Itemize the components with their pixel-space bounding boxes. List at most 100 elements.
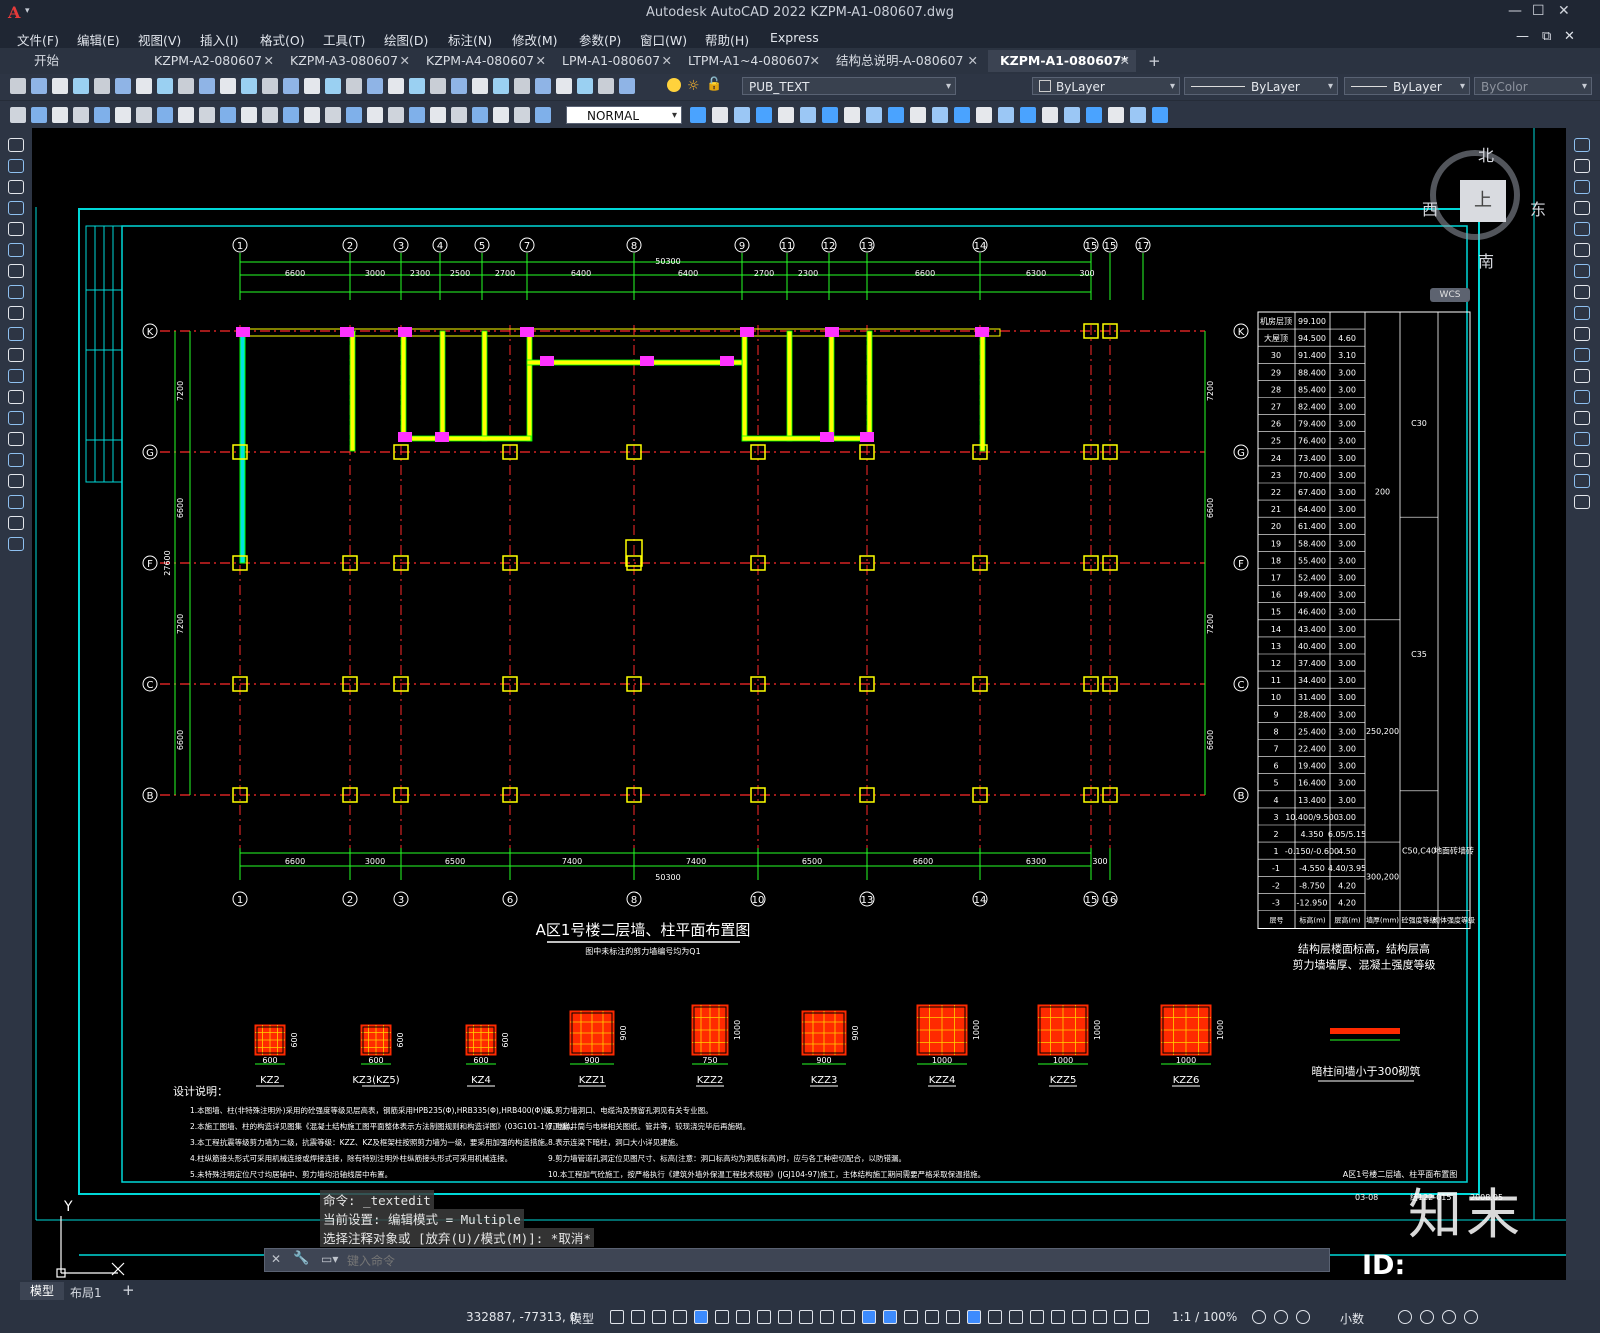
tab-close-icon[interactable]: ✕ xyxy=(968,50,978,72)
tab-kzpm-a3[interactable]: KZPM-A3-080607 ✕ xyxy=(278,50,416,72)
viewcube-south[interactable]: 南 xyxy=(1478,248,1494,272)
status-toggle-icon[interactable] xyxy=(1114,1310,1128,1324)
toolbar-tool-icon[interactable] xyxy=(199,78,215,94)
plotstyle-dropdown[interactable]: ByColor ▾ xyxy=(1474,77,1592,95)
tab-start[interactable]: 开始 xyxy=(22,50,144,72)
dimension-tool-icon[interactable] xyxy=(430,107,446,123)
status-toggle-icon[interactable] xyxy=(799,1310,813,1324)
model-space-button[interactable]: 模型 xyxy=(570,1310,594,1327)
modify-tool-icon[interactable] xyxy=(1574,432,1590,446)
coordinates-readout[interactable]: 332887, -77313, 0 xyxy=(466,1310,577,1324)
viewcube-north[interactable]: 北 xyxy=(1478,142,1494,166)
toolbar-tool-icon[interactable] xyxy=(472,78,488,94)
add-layout-button[interactable]: + xyxy=(122,1281,135,1299)
draw-tool-icon[interactable] xyxy=(8,495,24,509)
modify-tool-icon[interactable] xyxy=(844,107,860,123)
dimension-tool-icon[interactable] xyxy=(115,107,131,123)
toolbar-tool-icon[interactable] xyxy=(346,78,362,94)
menu-insert[interactable]: 插入(I) xyxy=(200,30,238,49)
dimension-tool-icon[interactable] xyxy=(10,107,26,123)
draw-tool-icon[interactable] xyxy=(8,516,24,530)
minimize-button[interactable]: — xyxy=(1508,3,1522,19)
tab-close-icon[interactable]: ✕ xyxy=(1120,50,1130,72)
dimension-tool-icon[interactable] xyxy=(493,107,509,123)
status-settings-icon[interactable] xyxy=(1296,1310,1310,1324)
toolbar-tool-icon[interactable] xyxy=(325,78,341,94)
status-settings-icon[interactable] xyxy=(1464,1310,1478,1324)
menu-view[interactable]: 视图(V) xyxy=(138,30,181,49)
toolbar-tool-icon[interactable] xyxy=(430,78,446,94)
modify-tool-icon[interactable] xyxy=(1574,390,1590,404)
modify-tool-icon[interactable] xyxy=(1574,495,1590,509)
dimension-tool-icon[interactable] xyxy=(31,107,47,123)
status-toggle-icon[interactable] xyxy=(715,1310,729,1324)
draw-tool-icon[interactable] xyxy=(8,306,24,320)
draw-tool-icon[interactable] xyxy=(8,474,24,488)
status-toggle-icon[interactable] xyxy=(925,1310,939,1324)
viewcube-west[interactable]: 西 xyxy=(1422,196,1438,220)
toolbar-tool-icon[interactable] xyxy=(367,78,383,94)
modify-tool-icon[interactable] xyxy=(888,107,904,123)
dimension-tool-icon[interactable] xyxy=(52,107,68,123)
status-settings-icon[interactable] xyxy=(1398,1310,1412,1324)
dimension-tool-icon[interactable] xyxy=(157,107,173,123)
status-toggle-icon[interactable] xyxy=(862,1310,876,1324)
draw-tool-icon[interactable] xyxy=(8,264,24,278)
toolbar-tool-icon[interactable] xyxy=(115,78,131,94)
modify-tool-icon[interactable] xyxy=(1108,107,1124,123)
tab-ltpm-a1-4[interactable]: LTPM-A1~4-080607 ✕ xyxy=(676,50,826,72)
status-toggle-icon[interactable] xyxy=(820,1310,834,1324)
modify-tool-icon[interactable] xyxy=(1574,327,1590,341)
modify-tool-icon[interactable] xyxy=(1574,474,1590,488)
draw-tool-icon[interactable] xyxy=(8,453,24,467)
modify-tool-icon[interactable] xyxy=(1574,348,1590,362)
layer-on-icon[interactable] xyxy=(667,78,681,92)
dimension-tool-icon[interactable] xyxy=(346,107,362,123)
viewcube-top-face[interactable]: 上 xyxy=(1460,180,1506,222)
modify-tool-icon[interactable] xyxy=(1574,264,1590,278)
menu-modify[interactable]: 修改(M) xyxy=(512,30,558,49)
tab-close-icon[interactable]: ✕ xyxy=(662,50,672,72)
toolbar-tool-icon[interactable] xyxy=(514,78,530,94)
modify-tool-icon[interactable] xyxy=(1574,159,1590,173)
modify-tool-icon[interactable] xyxy=(756,107,772,123)
color-dropdown[interactable]: ByLayer ▾ xyxy=(1032,77,1180,95)
modify-tool-icon[interactable] xyxy=(1086,107,1102,123)
menu-window[interactable]: 窗口(W) xyxy=(640,30,687,49)
modify-tool-icon[interactable] xyxy=(800,107,816,123)
toolbar-tool-icon[interactable] xyxy=(136,78,152,94)
dimension-tool-icon[interactable] xyxy=(409,107,425,123)
tab-kzpm-a1-active[interactable]: KZPM-A1-080607* ✕ xyxy=(988,50,1136,72)
draw-tool-icon[interactable] xyxy=(8,159,24,173)
layer-lock-icon[interactable]: 🔓 xyxy=(706,77,722,92)
status-toggle-icon[interactable] xyxy=(841,1310,855,1324)
units-setting[interactable]: 小数 xyxy=(1340,1310,1364,1327)
draw-tool-icon[interactable] xyxy=(8,348,24,362)
draw-tool-icon[interactable] xyxy=(8,243,24,257)
status-settings-icon[interactable] xyxy=(1274,1310,1288,1324)
status-toggle-icon[interactable] xyxy=(610,1310,624,1324)
menu-parameters[interactable]: 参数(P) xyxy=(579,30,621,49)
toolbar-tool-icon[interactable] xyxy=(493,78,509,94)
status-toggle-icon[interactable] xyxy=(778,1310,792,1324)
dimension-tool-icon[interactable] xyxy=(136,107,152,123)
menu-help[interactable]: 帮助(H) xyxy=(705,30,749,49)
modify-tool-icon[interactable] xyxy=(932,107,948,123)
toolbar-tool-icon[interactable] xyxy=(388,78,404,94)
toolbar-tool-icon[interactable] xyxy=(598,78,614,94)
toolbar-tool-icon[interactable] xyxy=(178,78,194,94)
command-input-bar[interactable]: ✕ 🔧 ▭▾ xyxy=(264,1248,1330,1272)
modify-tool-icon[interactable] xyxy=(1574,180,1590,194)
modify-tool-icon[interactable] xyxy=(1152,107,1168,123)
status-toggle-icon[interactable] xyxy=(694,1310,708,1324)
status-settings-icon[interactable] xyxy=(1252,1310,1266,1324)
tab-kzpm-a2[interactable]: KZPM-A2-080607 ✕ xyxy=(142,50,280,72)
modify-tool-icon[interactable] xyxy=(1574,453,1590,467)
draw-tool-icon[interactable] xyxy=(8,432,24,446)
modify-tool-icon[interactable] xyxy=(1574,306,1590,320)
wcs-menu[interactable]: WCS xyxy=(1430,288,1470,302)
menu-dimension[interactable]: 标注(N) xyxy=(448,30,492,49)
modify-tool-icon[interactable] xyxy=(1064,107,1080,123)
status-toggle-icon[interactable] xyxy=(988,1310,1002,1324)
menu-format[interactable]: 格式(O) xyxy=(260,30,305,49)
